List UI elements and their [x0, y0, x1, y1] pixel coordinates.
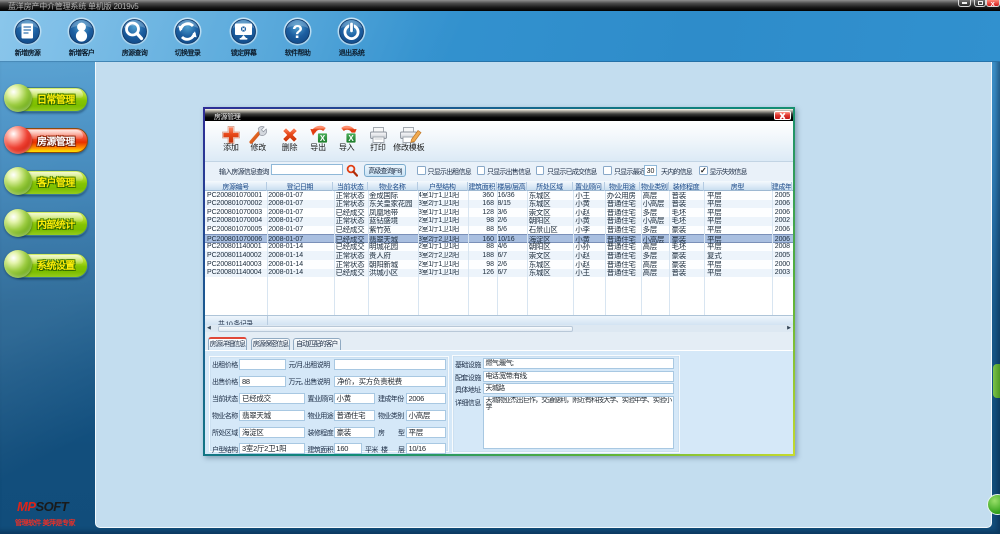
svg-text:X: X: [348, 134, 354, 143]
svg-text:X: X: [320, 134, 326, 143]
